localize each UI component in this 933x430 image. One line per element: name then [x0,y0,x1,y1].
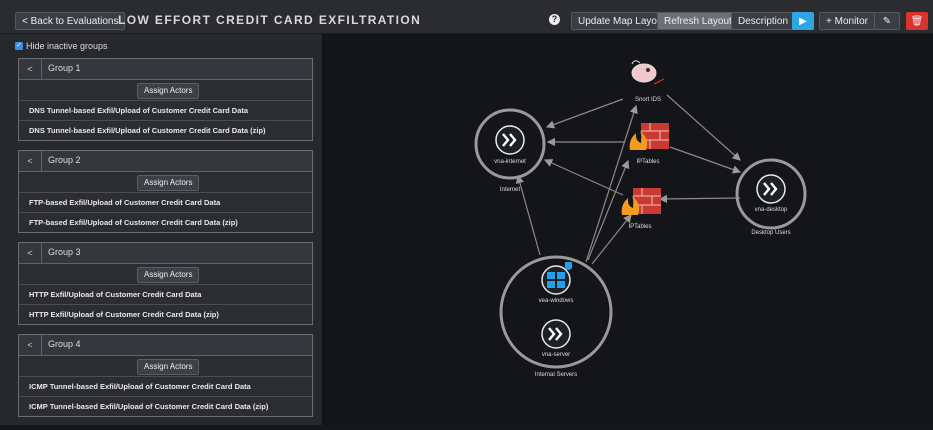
back-to-evaluations-button[interactable]: < Back to Evaluations [15,12,126,30]
action-item[interactable]: DNS Tunnel-based Exfil/Upload of Custome… [19,101,312,121]
action-item[interactable]: HTTP Exfil/Upload of Customer Credit Car… [19,285,312,305]
play-icon: ▶ [799,16,807,27]
desktop-group-label: Desktop Users [751,230,790,236]
network-map-canvas: vna-internet Internet Snort IDS IPTables… [474,60,807,378]
shield-icon [565,262,572,270]
connection-edges [515,94,742,265]
edit-button[interactable]: ✎ [874,12,900,30]
assign-row: Assign Actors [19,80,312,101]
desktop-node-icon[interactable] [756,174,786,204]
pencil-icon: ✎ [882,16,892,27]
action-item[interactable]: HTTP Exfil/Upload of Customer Credit Car… [19,305,312,324]
assign-actors-button[interactable]: Assign Actors [137,267,200,283]
share-icon[interactable]: < [19,243,42,263]
group-header: < Group 1 [19,59,312,80]
play-button[interactable]: ▶ [792,12,814,30]
firewall-icon[interactable] [629,123,669,150]
description-button[interactable]: Description [731,12,796,30]
top-bar: < Back to Evaluations LOW EFFORT CREDIT … [0,0,933,34]
monitor-button[interactable]: + Monitor [819,12,875,30]
group-card-2: < Group 2 Assign Actors FTP-based Exfil/… [18,150,313,233]
share-icon[interactable]: < [19,335,42,355]
assign-row: Assign Actors [19,172,312,193]
action-item[interactable]: DNS Tunnel-based Exfil/Upload of Custome… [19,121,312,140]
snort-ids-label: Snort IDS [635,97,661,103]
server-node-label: vna-server [542,352,570,358]
assign-actors-button[interactable]: Assign Actors [137,359,200,375]
group-name: Group 2 [48,155,81,165]
assign-row: Assign Actors [19,264,312,285]
hide-inactive-checkbox[interactable]: ✓ [15,42,23,50]
server-node-icon[interactable] [541,319,571,349]
share-icon[interactable]: < [19,151,42,171]
group-name: Group 1 [48,63,81,73]
action-item[interactable]: FTP-based Exfil/Upload of Customer Credi… [19,193,312,213]
firewall-icon[interactable] [621,188,661,215]
iptables-2-label: IPTables [628,224,651,230]
assign-row: Assign Actors [19,356,312,377]
action-item[interactable]: FTP-based Exfil/Upload of Customer Credi… [19,213,312,232]
assign-actors-button[interactable]: Assign Actors [137,83,200,99]
assign-actors-button[interactable]: Assign Actors [137,175,200,191]
page-title: LOW EFFORT CREDIT CARD EXFILTRATION [118,13,422,27]
group-header: < Group 2 [19,151,312,172]
group-header: < Group 3 [19,243,312,264]
desktop-node-label: vna-desktop [755,207,788,213]
pig-icon[interactable] [631,60,665,85]
group-name: Group 3 [48,247,81,257]
action-item[interactable]: ICMP Tunnel-based Exfil/Upload of Custom… [19,397,312,416]
internal-servers-label: Internal Servers [535,372,577,378]
iptables-1-label: IPTables [636,159,659,165]
internet-node-label: vna-internet [494,159,526,165]
group-card-1: < Group 1 Assign Actors DNS Tunnel-based… [18,58,313,141]
windows-node-label: vea-windows [539,298,574,304]
network-map[interactable]: vna-internet Internet Snort IDS IPTables… [322,34,933,425]
hide-inactive-label: Hide inactive groups [26,41,108,51]
help-icon[interactable]: ? [549,14,560,25]
action-item[interactable]: ICMP Tunnel-based Exfil/Upload of Custom… [19,377,312,397]
group-name: Group 4 [48,339,81,349]
group-card-4: < Group 4 Assign Actors ICMP Tunnel-base… [18,334,313,417]
refresh-layout-button[interactable]: Refresh Layout [657,12,739,30]
hide-inactive-row[interactable]: ✓ Hide inactive groups [15,41,108,51]
delete-button[interactable]: 🗑 [906,12,928,30]
group-card-3: < Group 3 Assign Actors HTTP Exfil/Uploa… [18,242,313,325]
trash-icon: 🗑 [910,16,924,27]
internet-group-label: Internet [500,187,521,193]
group-header: < Group 4 [19,335,312,356]
share-icon[interactable]: < [19,59,42,79]
internet-node-icon[interactable] [495,125,525,155]
windows-node-icon[interactable] [541,265,571,295]
